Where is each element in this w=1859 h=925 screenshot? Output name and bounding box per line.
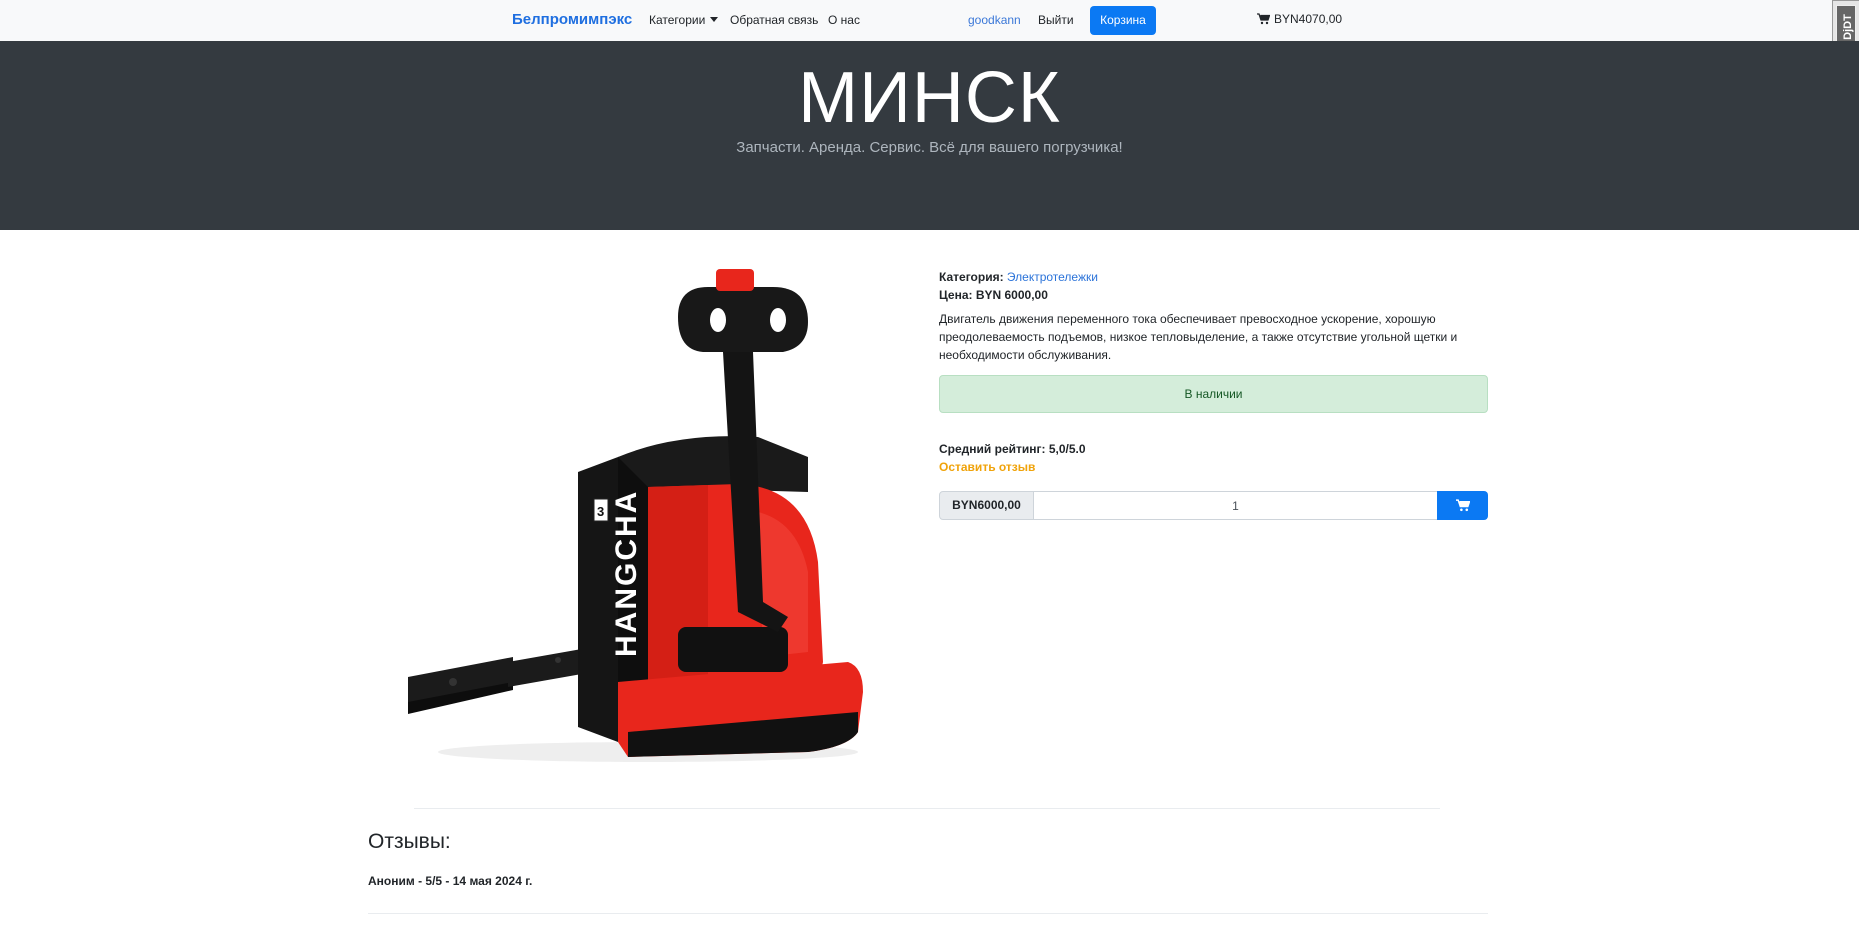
leave-review-link[interactable]: Оставить отзыв [939, 458, 1488, 476]
product-info: Категория: Электротележки Цена: BYN 6000… [939, 268, 1488, 520]
shopping-cart-icon [1257, 13, 1270, 25]
caret-down-icon [710, 17, 719, 22]
section-divider [414, 808, 1440, 809]
product-brand-text: HANGCHA [610, 490, 643, 657]
price-addon: BYN6000,00 [939, 491, 1034, 520]
feedback-link[interactable]: Обратная связь [730, 13, 818, 27]
page-title: МИНСК [798, 58, 1061, 138]
price-label: Цена: BYN 6000,00 [939, 288, 1048, 302]
category-link[interactable]: Электротележки [1007, 270, 1098, 284]
product-image: HANGCHA 3 [378, 262, 898, 782]
add-to-cart-button[interactable] [1437, 491, 1488, 520]
svg-text:3: 3 [597, 504, 604, 519]
category-row: Категория: Электротележки [939, 268, 1488, 286]
reviews-title: Отзывы: [368, 830, 451, 853]
cart-total-value: BYN4070,00 [1274, 12, 1343, 26]
product-description: Двигатель движения переменного тока обес… [939, 312, 1458, 362]
cart-total-link[interactable]: BYN4070,00 [1257, 12, 1342, 26]
categories-dropdown[interactable]: Категории [649, 13, 719, 27]
category-label: Категория: [939, 270, 1004, 284]
categories-label: Категории [649, 13, 706, 27]
username-link[interactable]: goodkann [968, 13, 1021, 27]
cart-button[interactable]: Корзина [1090, 6, 1156, 35]
stock-status-alert: В наличии [939, 375, 1488, 413]
logout-link[interactable]: Выйти [1038, 13, 1074, 27]
hero-subtitle: Запчасти. Аренда. Сервис. Всё для вашего… [736, 139, 1123, 156]
review-item: Аноним - 5/5 - 14 мая 2024 г. [368, 874, 533, 888]
review-divider [368, 913, 1488, 914]
add-to-cart-form: BYN6000,00 [939, 491, 1488, 520]
quantity-input[interactable] [1034, 491, 1437, 520]
hero-banner: МИНСК Запчасти. Аренда. Сервис. Всё для … [0, 41, 1859, 230]
price-row: Цена: BYN 6000,00 [939, 286, 1488, 304]
brand-link[interactable]: Белпромимпэкс [512, 11, 632, 28]
shopping-cart-icon [1455, 499, 1470, 512]
navbar: Белпромимпэкс Категории Обратная связь О… [0, 0, 1859, 41]
average-rating: Средний рейтинг: 5,0/5.0 [939, 442, 1086, 456]
about-link[interactable]: О нас [828, 13, 860, 27]
